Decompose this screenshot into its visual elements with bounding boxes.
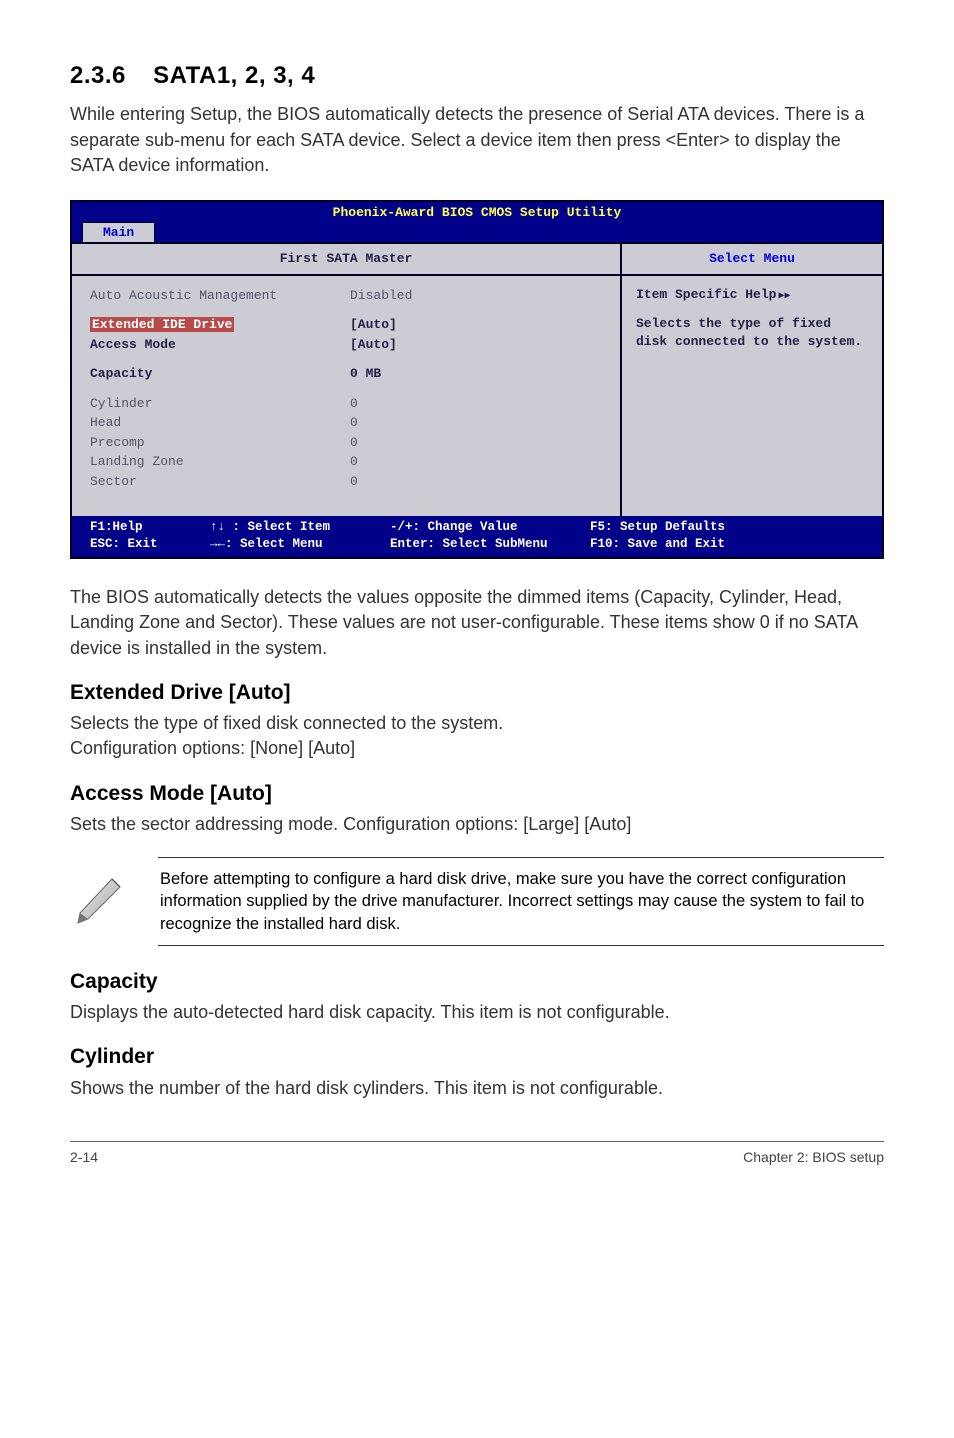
note-block: Before attempting to configure a hard di…	[70, 857, 884, 946]
bios-row-cylinder: Cylinder 0	[90, 394, 602, 414]
bios-main-panel: Auto Acoustic Management Disabled Extend…	[72, 276, 622, 516]
extended-ide-label: Extended IDE Drive	[90, 317, 234, 332]
landing-label: Landing Zone	[90, 453, 350, 471]
bios-row-precomp: Precomp 0	[90, 433, 602, 453]
sector-label: Sector	[90, 473, 350, 491]
cylinder-text: Shows the number of the hard disk cylind…	[70, 1076, 884, 1101]
extended-ide-value: [Auto]	[350, 316, 602, 334]
capacity-label: Capacity	[90, 365, 350, 383]
footer-esc: ESC: Exit	[90, 536, 210, 553]
bios-panel-header: First SATA Master Select Menu	[72, 244, 882, 276]
after-bios-paragraph: The BIOS automatically detects the value…	[70, 585, 884, 661]
access-mode-heading: Access Mode [Auto]	[70, 780, 884, 808]
access-mode-label: Access Mode	[90, 336, 350, 354]
bios-tab-main: Main	[82, 222, 155, 243]
precomp-value: 0	[350, 434, 602, 452]
footer-change: -/+: Change Value	[390, 519, 590, 536]
note-text: Before attempting to configure a hard di…	[158, 857, 884, 946]
capacity-text: Displays the auto-detected hard disk cap…	[70, 1000, 884, 1025]
bios-row-head: Head 0	[90, 413, 602, 433]
cylinder-value: 0	[350, 395, 602, 413]
footer-save: F10: Save and Exit	[590, 536, 864, 553]
footer-updown: ↑↓ : Select Item	[210, 519, 390, 536]
head-value: 0	[350, 414, 602, 432]
access-mode-line1: Sets the sector addressing mode. Configu…	[70, 812, 884, 837]
bios-row-capacity: Capacity 0 MB	[90, 364, 602, 384]
extended-drive-line2: Configuration options: [None] [Auto]	[70, 736, 884, 761]
bios-row-landing: Landing Zone 0	[90, 452, 602, 472]
aam-label: Auto Acoustic Management	[90, 287, 350, 305]
bios-panel-title-left: First SATA Master	[72, 244, 622, 274]
aam-value: Disabled	[350, 287, 602, 305]
bios-row-sector: Sector 0	[90, 472, 602, 492]
section-title: SATA1, 2, 3, 4	[153, 62, 315, 89]
bios-row-ext: Extended IDE Drive [Auto]	[90, 315, 602, 335]
help-description: Selects the type of fixed disk connected…	[636, 315, 868, 350]
access-mode-value: [Auto]	[350, 336, 602, 354]
bios-help-panel: Item Specific Help Selects the type of f…	[622, 276, 882, 516]
bios-screenshot: Phoenix-Award BIOS CMOS Setup Utility Ma…	[70, 200, 884, 559]
section-number: 2.3.6	[70, 62, 126, 89]
footer-leftright: →←: Select Menu	[210, 536, 390, 553]
extended-drive-heading: Extended Drive [Auto]	[70, 679, 884, 707]
cylinder-heading: Cylinder	[70, 1043, 884, 1071]
footer-submenu: Enter: Select SubMenu	[390, 536, 590, 553]
footer-f1: F1:Help	[90, 519, 210, 536]
bios-row-access: Access Mode [Auto]	[90, 335, 602, 355]
page-number: 2-14	[70, 1148, 98, 1167]
bios-footer: F1:Help ESC: Exit ↑↓ : Select Item →←: S…	[72, 516, 882, 558]
footer-defaults: F5: Setup Defaults	[590, 519, 864, 536]
precomp-label: Precomp	[90, 434, 350, 452]
bios-titlebar: Phoenix-Award BIOS CMOS Setup Utility Ma…	[72, 202, 882, 244]
section-heading: 2.3.6 SATA1, 2, 3, 4	[70, 60, 884, 92]
landing-value: 0	[350, 453, 602, 471]
capacity-value: 0 MB	[350, 365, 602, 383]
bios-utility-title: Phoenix-Award BIOS CMOS Setup Utility	[72, 202, 882, 222]
cylinder-label: Cylinder	[90, 395, 350, 413]
capacity-heading: Capacity	[70, 968, 884, 996]
sector-value: 0	[350, 473, 602, 491]
page-footer: 2-14 Chapter 2: BIOS setup	[70, 1141, 884, 1167]
extended-drive-line1: Selects the type of fixed disk connected…	[70, 711, 884, 736]
section-intro: While entering Setup, the BIOS automatic…	[70, 102, 884, 178]
bios-row-aam: Auto Acoustic Management Disabled	[90, 286, 602, 306]
head-label: Head	[90, 414, 350, 432]
bios-panel-title-right: Select Menu	[622, 244, 882, 274]
chapter-label: Chapter 2: BIOS setup	[743, 1148, 884, 1167]
help-title: Item Specific Help	[636, 286, 868, 304]
pencil-icon	[70, 873, 140, 929]
